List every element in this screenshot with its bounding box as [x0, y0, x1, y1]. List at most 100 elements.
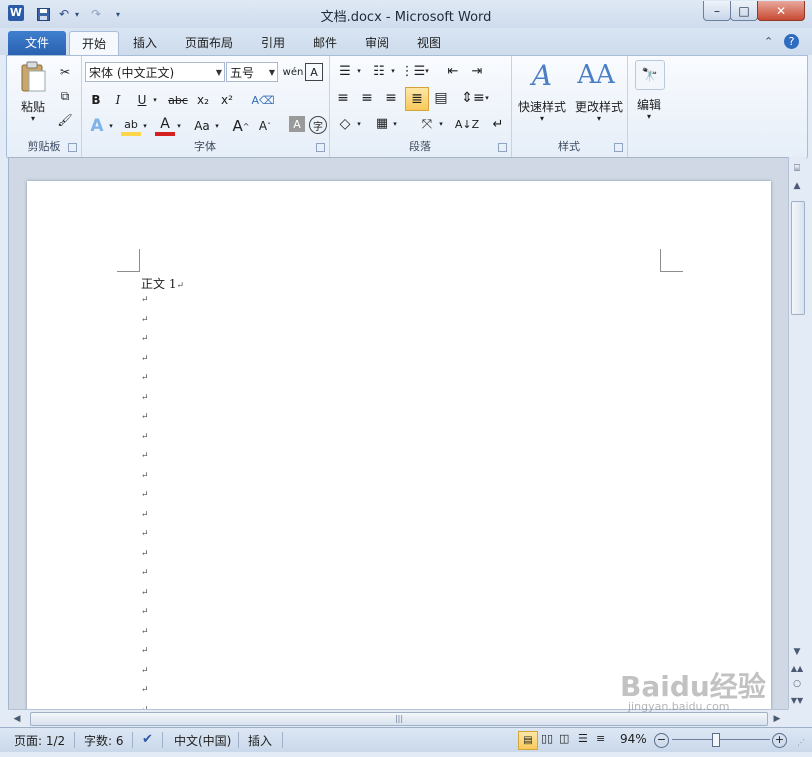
change-styles-icon[interactable]: AA: [577, 58, 615, 92]
zoom-in-icon[interactable]: +: [772, 733, 787, 748]
subscript-button[interactable]: x₂: [193, 90, 213, 110]
empty-paragraph-mark[interactable]: ↵: [141, 549, 149, 559]
highlight-dropdown-icon[interactable]: ▾: [141, 116, 149, 136]
full-screen-reading-icon[interactable]: ▯▯: [541, 732, 553, 745]
chinese-layout-icon[interactable]: ⤧: [417, 114, 437, 134]
proofing-check-icon[interactable]: ✔: [142, 732, 153, 747]
tab-home[interactable]: 开始: [69, 31, 119, 57]
font-color-icon[interactable]: A: [155, 116, 175, 136]
enclose-characters-icon[interactable]: 字: [309, 116, 327, 134]
tab-review[interactable]: 审阅: [356, 31, 398, 55]
resize-grip-icon[interactable]: ⋰: [797, 738, 805, 747]
format-painter-icon[interactable]: 🖌: [57, 112, 73, 128]
underline-dropdown-icon[interactable]: ▾: [151, 90, 159, 110]
decrease-indent-icon[interactable]: ⇤: [443, 62, 463, 80]
align-right-icon[interactable]: ≡: [381, 88, 401, 108]
text-effects-dropdown-icon[interactable]: ▾: [107, 116, 115, 136]
empty-paragraph-mark[interactable]: ↵: [141, 666, 149, 676]
help-icon[interactable]: ?: [784, 34, 799, 49]
scroll-left-icon[interactable]: ◀: [10, 712, 24, 725]
copy-icon[interactable]: ⧉: [57, 88, 73, 104]
sort-icon[interactable]: A↓Z: [455, 114, 479, 134]
web-layout-icon[interactable]: ◫: [559, 732, 569, 745]
clipboard-launcher-icon[interactable]: [68, 143, 77, 152]
maximize-button[interactable]: □: [730, 1, 758, 21]
print-layout-view-icon[interactable]: ▤: [518, 731, 538, 750]
font-name-combo[interactable]: 宋体 (中文正文) ▼: [85, 62, 225, 82]
font-launcher-icon[interactable]: [316, 143, 325, 152]
bold-button[interactable]: B: [87, 90, 105, 110]
chevron-down-icon[interactable]: ▼: [216, 63, 222, 83]
outline-view-icon[interactable]: ☰: [578, 732, 588, 745]
tab-insert[interactable]: 插入: [124, 31, 166, 55]
borders-icon[interactable]: ▦: [373, 114, 391, 132]
empty-paragraph-mark[interactable]: ↵: [141, 373, 149, 383]
increase-indent-icon[interactable]: ⇥: [467, 62, 487, 80]
character-shading-icon[interactable]: A: [289, 116, 305, 132]
superscript-button[interactable]: x²: [217, 90, 237, 110]
bullets-icon[interactable]: ☰: [335, 62, 355, 80]
chinese-layout-dropdown-icon[interactable]: ▾: [437, 114, 445, 134]
line-spacing-icon[interactable]: ⇕≡: [461, 88, 484, 108]
align-left-icon[interactable]: ≡: [333, 88, 353, 108]
previous-page-icon[interactable]: ▲▲: [790, 661, 804, 675]
scroll-thumb[interactable]: [791, 201, 805, 315]
draft-view-icon[interactable]: ≡: [596, 732, 605, 745]
font-size-combo[interactable]: 五号 ▼: [226, 62, 278, 82]
next-page-icon[interactable]: ▼▼: [790, 693, 804, 707]
multilevel-list-icon[interactable]: ⋮☰: [401, 62, 426, 80]
tab-view[interactable]: 视图: [408, 31, 450, 55]
numbering-dropdown-icon[interactable]: ▾: [389, 62, 397, 80]
scroll-right-icon[interactable]: ▶: [770, 712, 784, 725]
change-styles-button[interactable]: 更改样式: [571, 98, 627, 115]
zoom-slider-track[interactable]: [672, 739, 770, 740]
insert-mode-indicator[interactable]: 插入: [248, 732, 272, 749]
scroll-up-icon[interactable]: ▲: [790, 179, 804, 193]
change-styles-dropdown-icon[interactable]: ▾: [571, 114, 627, 123]
change-case-dropdown-icon[interactable]: ▾: [213, 116, 221, 136]
empty-paragraph-mark[interactable]: ↵: [141, 412, 149, 422]
empty-paragraph-mark[interactable]: ↵: [141, 490, 149, 500]
paragraph-launcher-icon[interactable]: [498, 143, 507, 152]
zoom-level[interactable]: 94%: [620, 732, 647, 746]
strikethrough-button[interactable]: abc: [165, 90, 191, 110]
shading-icon[interactable]: ◇: [335, 114, 355, 134]
page-count[interactable]: 页面: 1/2: [14, 732, 65, 749]
quick-styles-button[interactable]: 快速样式: [513, 98, 571, 115]
paste-button[interactable]: 粘贴: [15, 98, 51, 115]
close-button[interactable]: ✕: [757, 1, 805, 21]
empty-paragraph-mark[interactable]: ↵: [141, 393, 149, 403]
highlight-color-icon[interactable]: ab: [121, 116, 141, 136]
editing-dropdown-icon[interactable]: ▾: [627, 112, 671, 121]
show-marks-icon[interactable]: ↵: [489, 114, 507, 134]
tab-mailings[interactable]: 邮件: [304, 31, 346, 55]
ruler-toggle-icon[interactable]: ⌸: [790, 161, 804, 175]
empty-paragraph-mark[interactable]: ↵: [141, 685, 149, 695]
text-effects-icon[interactable]: A: [87, 116, 107, 136]
document-page[interactable]: 正文 1↵ ↵ ↵ ↵ ↵ ↵ ↵ ↵ ↵ ↵ ↵ ↵ ↵ ↵ ↵ ↵ ↵ ↵ ↵ ↵ ↵ ↵ ↵: [27, 181, 771, 710]
paragraph-first[interactable]: 正文 1↵: [141, 275, 184, 292]
empty-paragraph-mark[interactable]: ↵: [141, 354, 149, 364]
italic-button[interactable]: I: [109, 90, 127, 110]
phonetic-guide-icon[interactable]: wén: [283, 62, 304, 82]
find-binoculars-icon[interactable]: 🔭: [635, 60, 665, 90]
paste-dropdown-icon[interactable]: ▾: [15, 114, 51, 123]
grow-font-button[interactable]: A ^: [231, 116, 251, 136]
vertical-scrollbar[interactable]: ⌸ ▲ ▼ ▲▲ ○ ▼▼: [788, 157, 806, 709]
styles-launcher-icon[interactable]: [614, 143, 623, 152]
shading-dropdown-icon[interactable]: ▾: [355, 114, 363, 134]
empty-paragraph-mark[interactable]: ↵: [141, 315, 149, 325]
empty-paragraph-mark[interactable]: ↵: [141, 432, 149, 442]
empty-paragraph-mark[interactable]: ↵: [141, 607, 149, 617]
clear-formatting-icon[interactable]: A⌫: [251, 90, 274, 110]
bullets-dropdown-icon[interactable]: ▾: [355, 62, 363, 80]
numbering-icon[interactable]: ☷: [369, 62, 389, 80]
line-spacing-dropdown-icon[interactable]: ▾: [483, 88, 491, 108]
document-area[interactable]: 正文 1↵ ↵ ↵ ↵ ↵ ↵ ↵ ↵ ↵ ↵ ↵ ↵ ↵ ↵ ↵ ↵ ↵ ↵ ↵ ↵ ↵ ↵ ↵: [8, 157, 789, 710]
empty-paragraph-mark[interactable]: ↵: [141, 471, 149, 481]
zoom-slider-thumb[interactable]: [712, 733, 720, 747]
cut-icon[interactable]: ✂: [57, 64, 73, 80]
empty-paragraph-mark[interactable]: ↵: [141, 334, 149, 344]
tab-references[interactable]: 引用: [252, 31, 294, 55]
horizontal-scroll-thumb[interactable]: |||: [30, 712, 768, 726]
